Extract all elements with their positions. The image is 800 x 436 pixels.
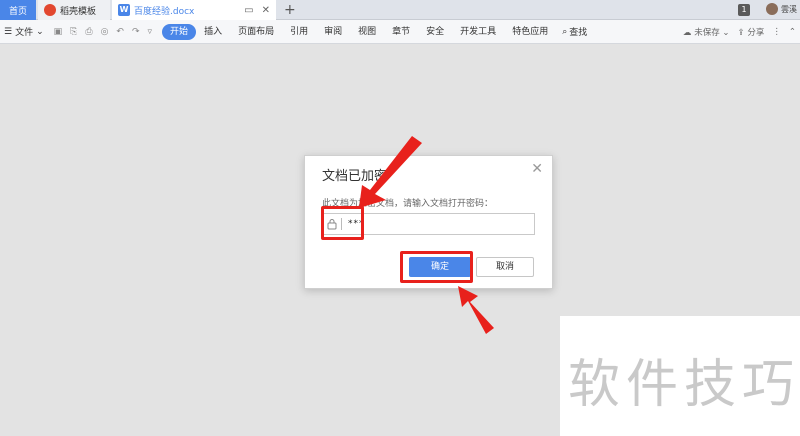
collapse-icon[interactable]: ⌃ [789,27,796,37]
tab-close-icon[interactable]: ✕ [262,5,270,16]
tab-references[interactable]: 引用 [282,24,316,40]
tab-page-layout[interactable]: 页面布局 [230,24,282,40]
export-icon[interactable]: ⎘ [70,27,77,37]
tab-bar: 首页 稻壳模板 W 百度经验.docx ▭ ✕ + 1 雲溪 [0,0,800,20]
tab-review[interactable]: 审阅 [316,24,350,40]
hamburger-icon: ☰ [4,26,13,37]
tab-daoke-label: 稻壳模板 [60,6,97,17]
ribbon-tabs: 开始 插入 页面布局 引用 审阅 视图 章节 安全 开发工具 特色应用 [162,23,556,40]
share-icon: ⇪ [737,28,745,38]
undo-icon[interactable]: ↶ [116,27,124,37]
ribbon-toolbar: ☰ 文件 ⌄ ▣ ⎘ ⎙ ◎ ↶ ↷ ▿ 开始 插入 页面布局 引用 审阅 视图… [0,20,800,44]
chevron-down-icon: ⌄ [36,26,44,37]
dialog-title: 文档已加密 [322,169,388,184]
search-icon: ⌕ [562,26,568,37]
file-menu-button[interactable]: ☰ 文件 ⌄ [0,25,48,39]
file-menu-label: 文件 [15,28,34,38]
share-label: 分享 [747,28,765,38]
avatar [766,3,778,15]
more-icon[interactable]: ⋮ [772,27,781,37]
tab-daoke-template[interactable]: 稻壳模板 [38,0,110,20]
print-icon[interactable]: ⎙ [85,27,92,37]
tab-document[interactable]: W 百度经验.docx ▭ ✕ [112,0,276,20]
highlight-ok-box [400,251,473,283]
cancel-button[interactable]: 取消 [476,257,534,277]
close-icon[interactable]: ✕ [531,161,543,177]
search-label: 查找 [569,28,588,38]
quick-access-tools: ▣ ⎘ ⎙ ◎ ↶ ↷ ▿ [48,27,158,37]
unsaved-button[interactable]: ☁ 未保存 ⌄ [683,26,730,38]
tab-security[interactable]: 安全 [418,24,452,40]
tab-view[interactable]: 视图 [350,24,384,40]
tab-developer[interactable]: 开发工具 [452,24,504,40]
cloud-icon: ☁ [682,28,692,38]
search-button[interactable]: ⌕ 查找 [556,25,593,39]
tab-window-icon[interactable]: ▭ [244,5,253,16]
tab-home-label: 首页 [8,6,27,17]
tab-start[interactable]: 开始 [162,23,197,40]
watermark-text: 软件技巧 [568,355,800,415]
customize-icon[interactable]: ▿ [148,27,153,37]
unsaved-label: 未保存 [694,28,720,38]
page-count-badge[interactable]: 1 [738,4,750,16]
word-doc-icon: W [118,4,130,16]
user-name: 雲溪 [781,4,797,14]
right-tools: ☁ 未保存 ⌄ ⇪ 分享 ⋮ ⌃ [683,20,796,44]
highlight-password-box [321,206,364,240]
new-tab-button[interactable]: + [284,0,296,20]
tab-document-label: 百度经验.docx [134,6,195,17]
tab-special-apps[interactable]: 特色应用 [504,24,556,40]
save-icon[interactable]: ▣ [54,27,63,37]
tab-home[interactable]: 首页 [0,0,36,20]
share-button[interactable]: ⇪ 分享 [738,26,765,38]
tab-section[interactable]: 章节 [384,24,418,40]
arrow-to-ok-button [458,286,494,334]
daoke-icon [44,4,56,16]
redo-icon[interactable]: ↷ [132,27,140,37]
preview-icon[interactable]: ◎ [101,27,109,37]
tab-insert[interactable]: 插入 [196,24,230,40]
user-account[interactable]: 雲溪 [766,3,797,15]
